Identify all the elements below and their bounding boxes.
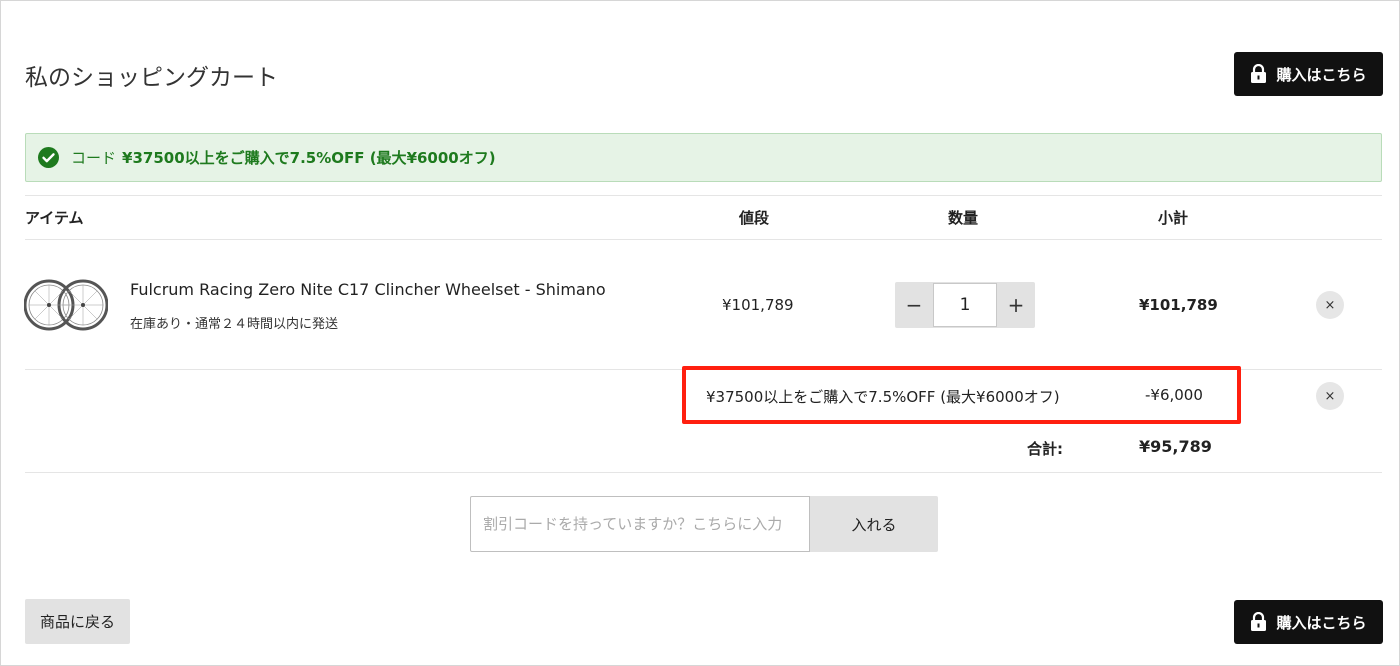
back-to-products-button[interactable]: 商品に戻る [25,599,130,644]
quantity-stepper: − + [895,282,1035,328]
divider [25,472,1382,473]
header-price: 値段 [739,209,770,227]
discount-description: ¥37500以上をご購入で7.5%OFF (最大¥6000オフ) [706,388,1060,406]
stock-status: 在庫あり・通常２４時間以内に発送 [130,317,339,332]
header-item: アイテム [25,209,84,227]
remove-discount-button[interactable]: × [1316,382,1344,410]
divider [25,195,1382,196]
checkout-label: 購入はこちら [1276,65,1367,84]
total-value: ¥95,789 [1139,437,1212,456]
quantity-increase-button[interactable]: + [997,282,1035,328]
discount-amount: -¥6,000 [1145,386,1203,404]
item-subtotal: ¥101,789 [1139,296,1218,314]
page-frame [0,0,1400,666]
checkout-button-top[interactable]: 購入はこちら [1234,52,1383,96]
remove-item-button[interactable]: × [1316,291,1344,319]
product-name[interactable]: Fulcrum Racing Zero Nite C17 Clincher Wh… [130,280,606,299]
alert-code-label: コード [71,149,117,167]
quantity-decrease-button[interactable]: − [895,282,933,328]
divider [25,239,1382,240]
item-price: ¥101,789 [722,296,794,314]
check-circle-icon [38,147,59,168]
quantity-input[interactable] [933,283,997,327]
checkout-button-bottom[interactable]: 購入はこちら [1234,600,1383,644]
header-quantity: 数量 [948,209,979,227]
coupon-applied-alert: コード ¥37500以上をご購入で7.5%OFF (最大¥6000オフ) [25,133,1382,182]
total-label: 合計: [1027,440,1063,458]
product-image[interactable] [24,278,108,332]
page-title: 私のショッピングカート [25,65,278,91]
alert-code-text: ¥37500以上をご購入で7.5%OFF (最大¥6000オフ) [122,149,496,167]
lock-icon [1251,64,1267,83]
header-subtotal: 小計 [1158,209,1189,227]
apply-coupon-button[interactable]: 入れる [810,496,938,552]
lock-icon [1251,612,1267,631]
coupon-code-input[interactable] [470,496,810,552]
checkout-label: 購入はこちら [1276,613,1367,632]
